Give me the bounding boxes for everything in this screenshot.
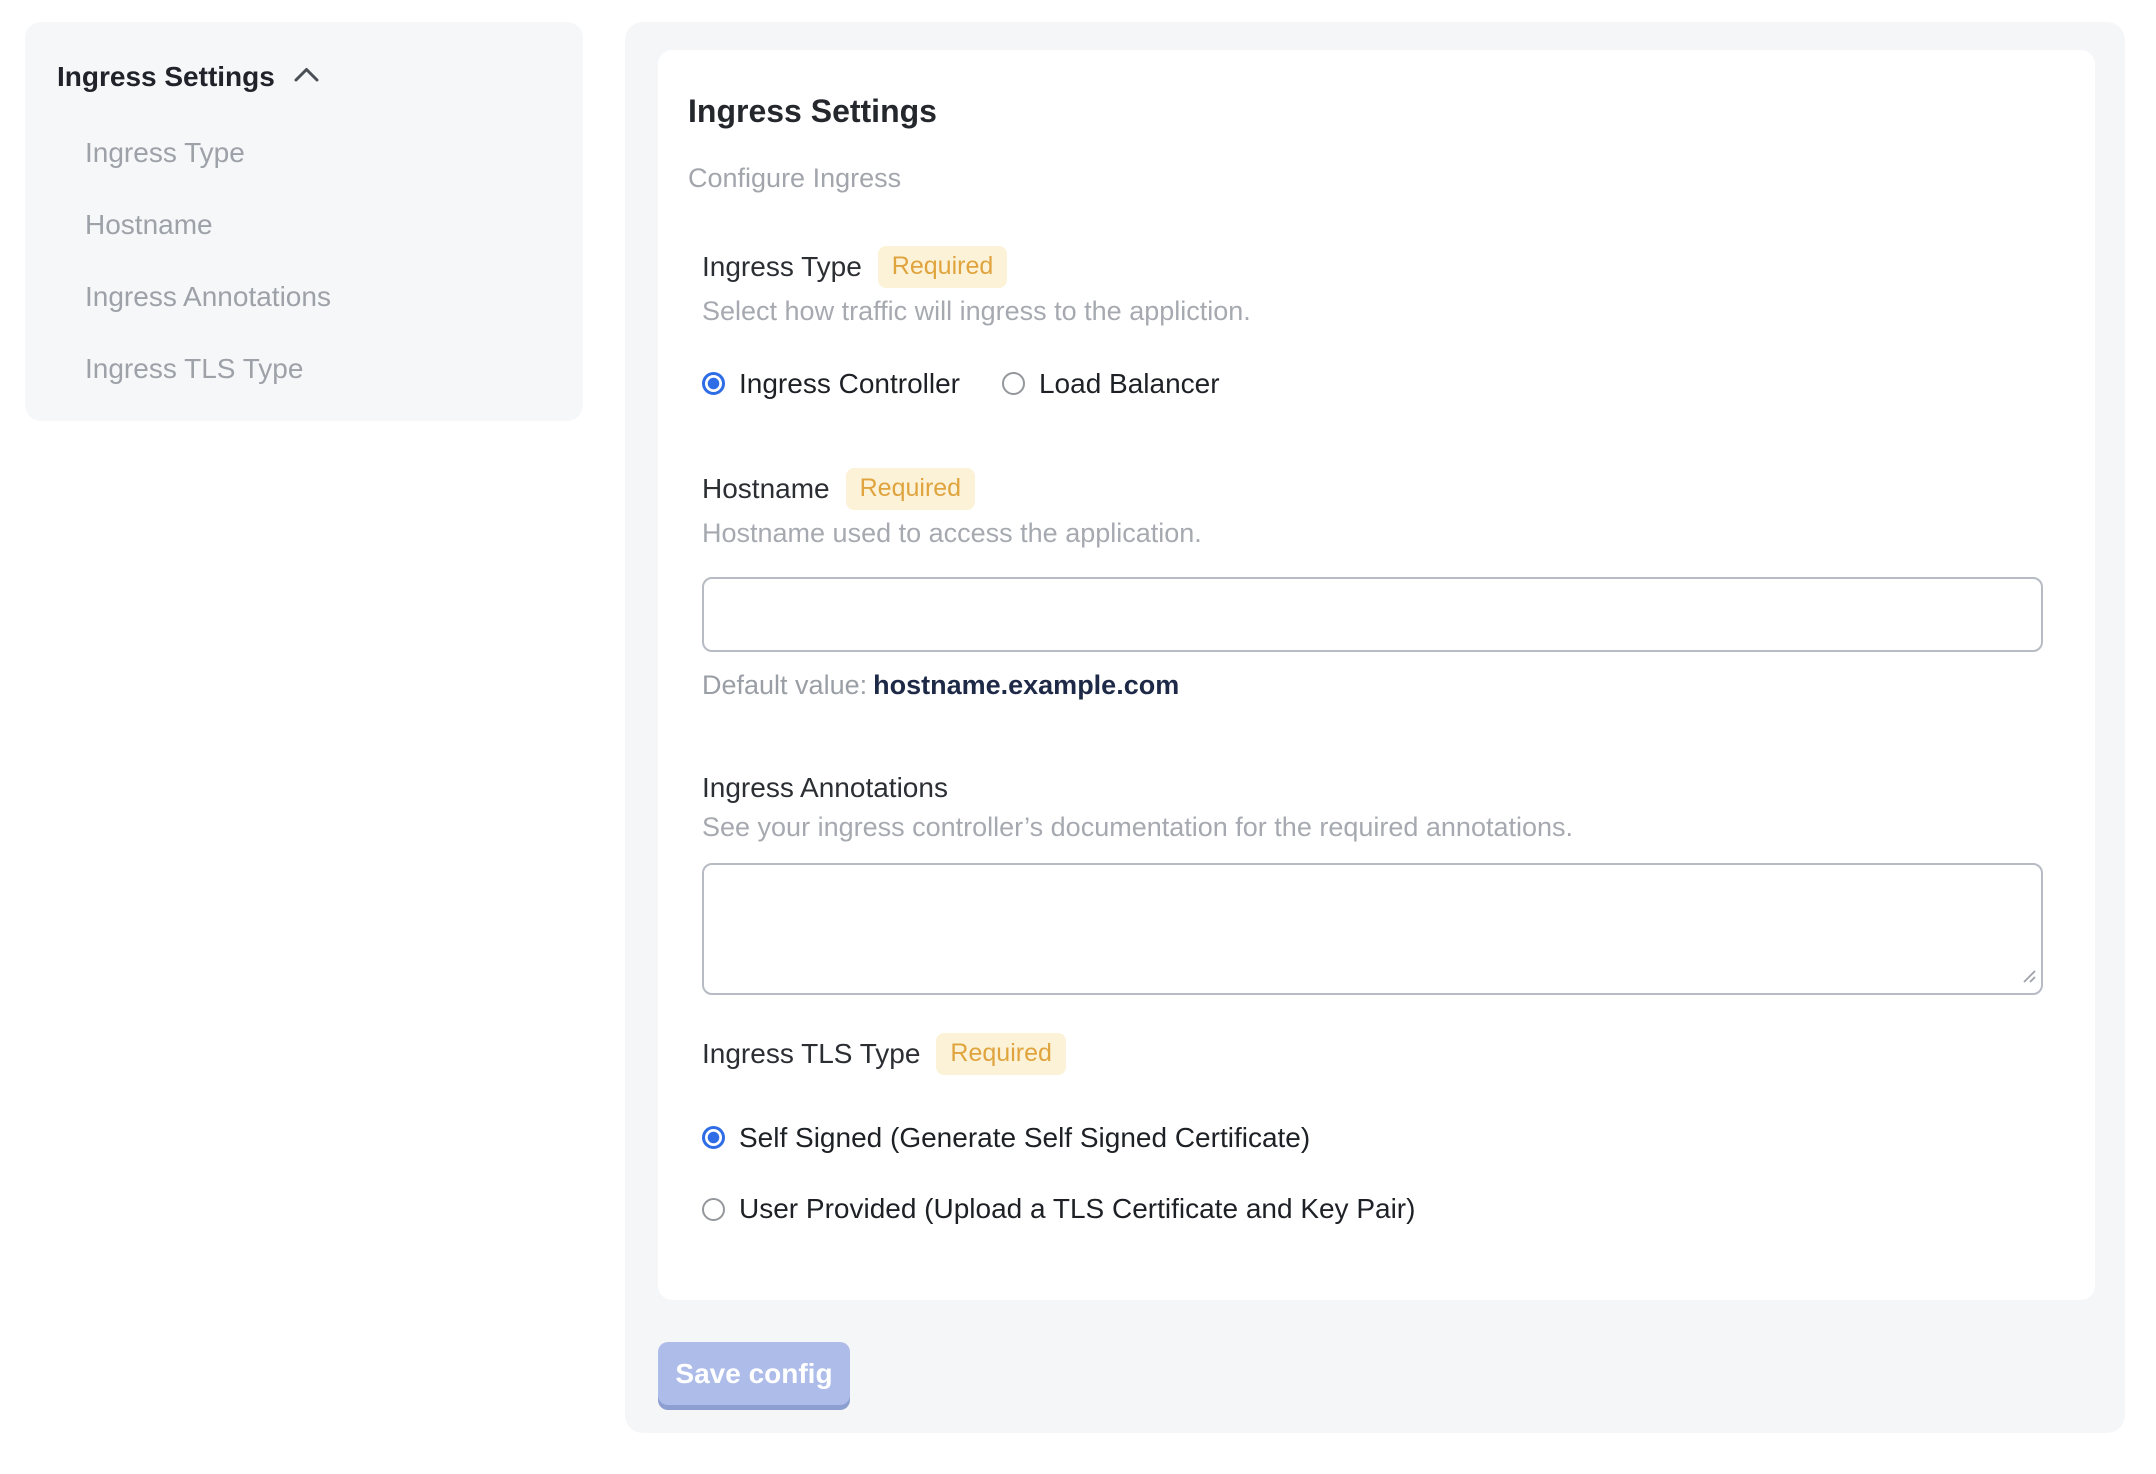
radio-option-user-provided[interactable]: User Provided (Upload a TLS Certificate …	[702, 1192, 2045, 1226]
section-ingress-annotations-header: Ingress Annotations	[702, 771, 2045, 805]
ingress-settings-card: Ingress Settings Configure Ingress Ingre…	[658, 50, 2095, 1300]
field-description-hostname: Hostname used to access the application.	[702, 517, 1202, 548]
radio-option-load-balancer[interactable]: Load Balancer	[1001, 367, 1220, 401]
radio-option-self-signed[interactable]: Self Signed (Generate Self Signed Certif…	[702, 1121, 2045, 1155]
settings-sidebar: Ingress Settings Ingress Type Hostname I…	[25, 22, 583, 421]
section-ingress-tls-type: Ingress TLS Type Required Self Signed (G…	[702, 1033, 2045, 1226]
chevron-up-icon	[293, 66, 320, 88]
ingress-type-radio-group: Ingress Controller Load Balancer	[702, 367, 2045, 401]
section-ingress-type: Ingress Type Required Select how traffic…	[702, 246, 2045, 400]
radio-option-ingress-controller[interactable]: Ingress Controller	[702, 367, 960, 401]
field-label-ingress-annotations: Ingress Annotations	[702, 771, 948, 803]
ingress-settings-panel: Ingress Settings Configure Ingress Ingre…	[625, 22, 2125, 1433]
sidebar-item-list: Ingress Type Hostname Ingress Annotation…	[85, 137, 553, 386]
required-badge: Required	[845, 468, 976, 510]
radio-unselected-icon[interactable]	[1001, 371, 1025, 395]
section-hostname: Hostname Required Hostname used to acces…	[702, 468, 2045, 701]
hostname-input[interactable]	[702, 576, 2043, 652]
sidebar-item-ingress-tls-type[interactable]: Ingress TLS Type	[85, 353, 553, 385]
form-sections: Ingress Type Required Select how traffic…	[702, 246, 2045, 1226]
required-badge: Required	[936, 1033, 1066, 1075]
field-description-ingress-annotations: See your ingress controller’s documentat…	[702, 812, 1574, 843]
section-ingress-type-header: Ingress Type Required	[702, 246, 2045, 288]
section-hostname-header: Hostname Required	[702, 468, 2045, 510]
save-config-button[interactable]: Save config	[658, 1342, 850, 1405]
field-label-hostname: Hostname	[702, 473, 830, 505]
section-ingress-annotations: Ingress Annotations See your ingress con…	[702, 771, 2045, 996]
field-label-ingress-type: Ingress Type	[702, 250, 862, 282]
sidebar-item-ingress-type[interactable]: Ingress Type	[85, 137, 553, 169]
sidebar-section-title: Ingress Settings	[57, 61, 275, 92]
section-ingress-tls-type-header: Ingress TLS Type Required	[702, 1033, 2045, 1075]
field-description-ingress-type: Select how traffic will ingress to the a…	[702, 295, 1251, 326]
resize-handle-icon[interactable]	[2020, 967, 2036, 988]
sidebar-item-ingress-annotations[interactable]: Ingress Annotations	[85, 281, 553, 313]
page-title: Ingress Settings	[688, 93, 937, 129]
field-label-ingress-tls-type: Ingress TLS Type	[702, 1038, 921, 1070]
sidebar-section-toggle[interactable]: Ingress Settings	[57, 61, 553, 93]
radio-selected-icon[interactable]	[702, 1125, 725, 1149]
radio-selected-icon[interactable]	[702, 371, 725, 395]
radio-unselected-icon[interactable]	[702, 1197, 725, 1221]
page-subtitle: Configure Ingress	[688, 163, 902, 193]
sidebar-item-hostname[interactable]: Hostname	[85, 209, 553, 241]
hostname-default-value: Default value: hostname.example.com	[702, 669, 1180, 700]
required-badge: Required	[877, 246, 1008, 288]
ingress-annotations-textarea[interactable]	[702, 863, 2043, 996]
